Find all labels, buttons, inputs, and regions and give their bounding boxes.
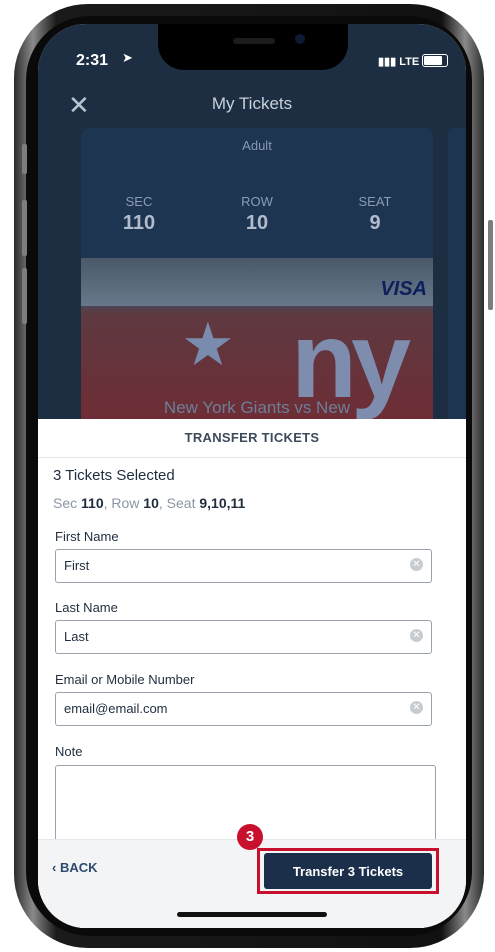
tickets-selected: 3 Tickets Selected <box>53 467 175 484</box>
power-button <box>488 220 493 310</box>
step-number-badge: 3 <box>237 824 263 850</box>
home-indicator[interactable] <box>177 912 327 917</box>
battery-level <box>424 56 442 65</box>
first-name-field: ✕ <box>55 549 432 583</box>
summary-row-label: Row <box>111 495 140 511</box>
back-button[interactable]: ‹ BACK <box>52 860 98 875</box>
summary-seat-values: 9,10,11 <box>199 495 246 511</box>
section-value: 110 <box>122 212 156 234</box>
email-label: Email or Mobile Number <box>55 672 195 687</box>
seat-value: 9 <box>369 212 381 234</box>
notch <box>158 24 348 70</box>
email-input[interactable] <box>64 693 394 723</box>
front-camera <box>295 34 305 44</box>
ticket-card[interactable]: Adult SEC 110 ROW 10 SEAT 9 VISA ★ ny Ne… <box>81 128 433 419</box>
note-label: Note <box>55 744 83 759</box>
clear-first-name-icon[interactable]: ✕ <box>410 558 423 571</box>
next-ticket-card[interactable] <box>448 128 466 419</box>
last-name-field: ✕ <box>55 620 432 654</box>
clear-last-name-icon[interactable]: ✕ <box>410 629 423 642</box>
speaker-grille <box>233 38 275 44</box>
page-title: My Tickets <box>211 94 293 113</box>
step-highlight-box <box>257 848 439 894</box>
screen: 2:31 ➤ ▮▮▮ LTE ✕ My Tickets Adult SEC 11… <box>38 24 466 928</box>
back-label: BACK <box>59 860 98 875</box>
game-title: New York Giants vs New <box>163 398 351 417</box>
patriots-logo-icon: ★ <box>181 311 235 378</box>
status-time: 2:31 <box>76 52 109 69</box>
seat-summary: Sec 110, Row 10, Seat 9,10,11 <box>53 495 246 511</box>
transfer-sheet: TRANSFER TICKETS 3 Tickets Selected Sec … <box>38 419 466 928</box>
section-label: SEC <box>125 194 153 209</box>
status-bar: 2:31 ➤ ▮▮▮ LTE <box>38 24 466 84</box>
visa-logo: VISA <box>380 278 427 300</box>
signal-icon: ▮▮▮ LTE <box>378 56 420 68</box>
location-icon: ➤ <box>122 50 133 65</box>
volume-up-button <box>22 200 27 256</box>
silent-switch <box>22 144 27 174</box>
first-name-input[interactable] <box>64 550 394 580</box>
row-label: ROW <box>241 194 273 209</box>
ticket-seat: SEAT 9 <box>335 194 415 235</box>
summary-sec-label: Sec <box>53 495 78 511</box>
ticket-section: SEC 110 <box>99 194 179 235</box>
last-name-input[interactable] <box>64 621 394 651</box>
ticket-artwork: VISA ★ ny New York Giants vs New <box>81 258 433 419</box>
summary-row-value: 10 <box>143 495 159 511</box>
row-value: 10 <box>245 212 269 234</box>
volume-down-button <box>22 268 27 324</box>
nav-bar: ✕ My Tickets <box>38 84 466 124</box>
ticket-row: ROW 10 <box>217 194 297 235</box>
chevron-left-icon: ‹ <box>52 860 57 875</box>
last-name-label: Last Name <box>55 600 118 615</box>
summary-seat-label: Seat <box>166 495 196 511</box>
summary-sec-value: 110 <box>81 495 104 511</box>
sheet-title: TRANSFER TICKETS <box>38 419 466 458</box>
ticket-type: Adult <box>242 138 272 153</box>
seat-label: SEAT <box>358 194 392 209</box>
clear-email-icon[interactable]: ✕ <box>410 701 423 714</box>
first-name-label: First Name <box>55 529 119 544</box>
email-field: ✕ <box>55 692 432 726</box>
battery-icon <box>422 54 448 67</box>
